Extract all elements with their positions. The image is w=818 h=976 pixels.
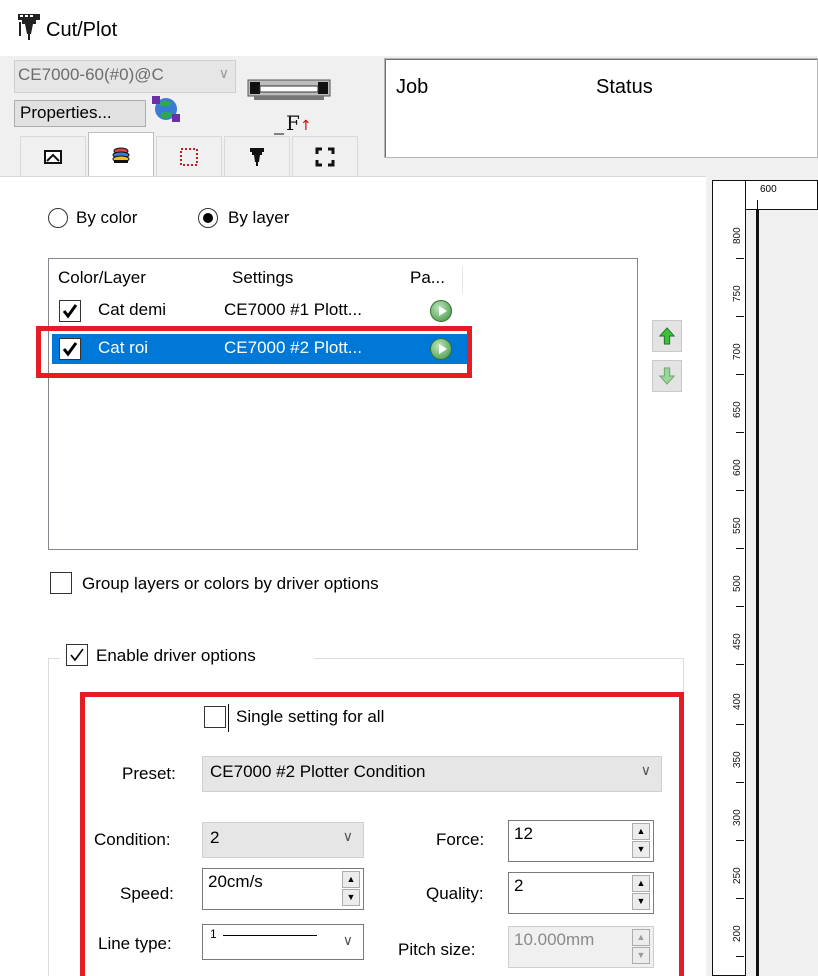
page-setup-icon [44,149,62,164]
layer-row[interactable]: Cat demi CE7000 #1 Plott... [52,296,472,326]
highlight-box-driver [80,692,684,976]
ruler-tick [736,724,744,725]
column-divider [462,266,463,294]
ruler-top-label: 600 [760,184,777,195]
svg-text:F: F [286,111,300,135]
ruler-tick [757,200,758,210]
plotter-icon [250,147,264,166]
status-column-header[interactable]: Status [596,76,653,99]
printer-select[interactable]: CE7000-60(#0)@C ∨ [14,60,236,93]
svg-text:↑: ↑ [300,118,312,134]
tab-page-setup[interactable] [20,136,86,176]
plotter-preview-image: F ↑ [244,64,334,140]
ruler-tick [736,840,744,841]
group-layers-label[interactable]: Group layers or colors by driver options [82,574,379,594]
printer-select-value: CE7000-60(#0)@C [18,65,164,84]
tab-layers[interactable] [88,132,154,178]
tab-plotter[interactable] [224,136,290,176]
job-list[interactable] [384,58,818,158]
title-bar [0,0,818,56]
ruler-label: 800 [732,227,743,244]
ruler-label: 550 [732,517,743,534]
tab-crop-marks[interactable] [292,136,358,176]
ruler-label: 350 [732,751,743,768]
ruler-tick [736,606,744,607]
layer-name: Cat demi [98,300,167,319]
arrow-up-icon [658,327,676,345]
by-color-label[interactable]: By color [76,208,137,228]
ruler-tick [736,432,744,433]
ruler-label: 750 [732,285,743,302]
highlight-box-layer [36,326,472,378]
by-layer-label[interactable]: By layer [228,208,289,228]
arrow-down-icon [658,367,676,385]
printer-status-icon[interactable] [150,94,182,124]
group-layers-checkbox[interactable] [50,572,72,594]
ruler-tick [736,548,744,549]
ruler-label: 250 [732,867,743,884]
dotted-frame-icon [180,147,198,166]
job-column-header[interactable]: Job [396,76,428,99]
move-up-button[interactable] [652,320,682,352]
crop-marks-icon [315,147,335,166]
move-down-button[interactable] [652,360,682,392]
ruler-tick [736,258,744,259]
ruler-tick [736,956,744,957]
ruler-tick [736,782,744,783]
color-layer-column-header[interactable]: Color/Layer [58,268,146,288]
layer-checkbox[interactable] [59,300,81,322]
ruler-label: 500 [732,575,743,592]
ruler-tick [736,490,744,491]
ruler-label: 200 [732,925,743,942]
window-title: Cut/Plot [46,19,118,41]
ruler-label: 450 [732,633,743,650]
by-layer-radio[interactable] [198,208,218,228]
ruler-tick [736,898,744,899]
ruler-tick [736,316,744,317]
ruler-label: 650 [732,401,743,418]
canvas-edge [756,210,759,976]
layer-pen-icon [112,147,130,163]
plotter-app-icon [16,12,42,42]
ruler-label: 700 [732,343,743,360]
enable-driver-label[interactable]: Enable driver options [96,646,256,666]
properties-button[interactable]: Properties... [14,100,146,127]
layer-settings: CE7000 #1 Plott... [224,300,362,319]
by-color-radio[interactable] [48,208,68,228]
tab-frame[interactable] [156,136,222,176]
chevron-down-icon: ∨ [218,65,229,81]
ruler-label: 400 [732,693,743,710]
ruler-label: 600 [732,459,743,476]
pass-column-header[interactable]: Pa... [410,268,445,288]
ruler-tick [736,664,744,665]
settings-column-header[interactable]: Settings [232,268,293,288]
enable-driver-checkbox[interactable] [66,644,88,666]
ruler-label: 300 [732,809,743,826]
play-icon[interactable] [430,300,452,322]
ruler-tick [736,374,744,375]
